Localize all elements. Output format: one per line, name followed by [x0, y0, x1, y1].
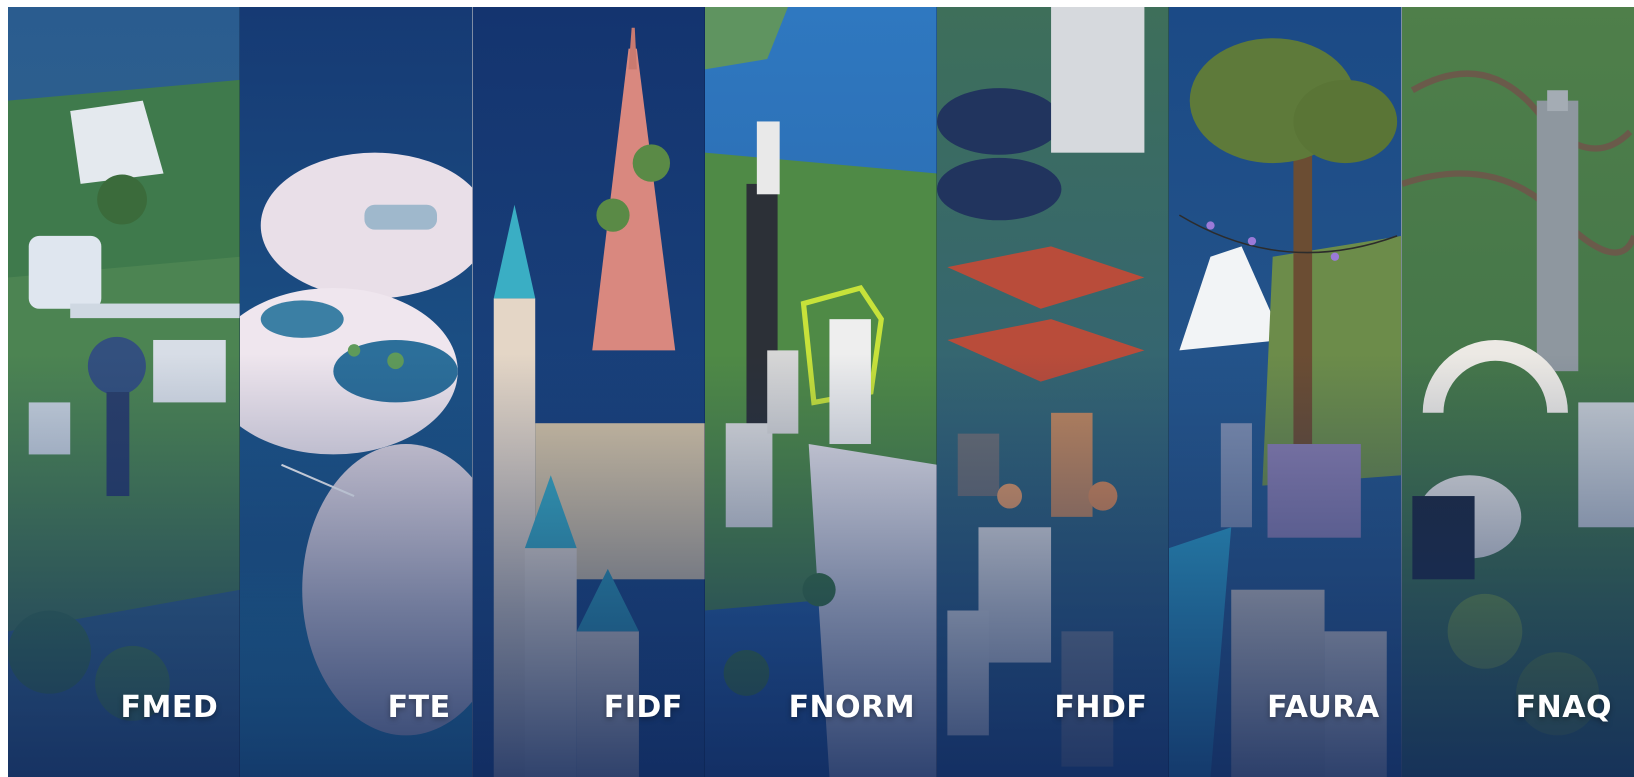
panel-fmed[interactable]: FMED	[8, 7, 241, 777]
panel-fidf-label: FIDF	[603, 690, 683, 725]
panel-fidf[interactable]: FIDF	[472, 7, 705, 777]
region-panel-strip: FMED FTE FIDF FNORM FHDF FAURA FNAQ	[8, 7, 1634, 777]
panel-fmed-label: FMED	[120, 690, 219, 725]
panel-faura[interactable]: FAURA	[1169, 7, 1402, 777]
panel-fhdf-label: FHDF	[1054, 690, 1148, 725]
panel-fte-illustration	[240, 7, 473, 777]
panel-fnaq-label: FNAQ	[1515, 690, 1612, 725]
panel-fidf-illustration	[472, 7, 705, 777]
panel-fnaq-illustration	[1401, 7, 1634, 777]
panel-fnaq[interactable]: FNAQ	[1401, 7, 1634, 777]
panel-fte[interactable]: FTE	[240, 7, 473, 777]
panel-fhdf[interactable]: FHDF	[937, 7, 1170, 777]
panel-fnorm-label: FNORM	[788, 690, 916, 725]
panel-fmed-illustration	[8, 7, 241, 777]
panel-faura-illustration	[1169, 7, 1402, 777]
panel-fnorm[interactable]: FNORM	[704, 7, 938, 777]
panel-fhdf-illustration	[937, 7, 1170, 777]
panel-faura-label: FAURA	[1267, 690, 1380, 725]
panel-fnorm-illustration	[704, 7, 938, 777]
panel-fte-label: FTE	[387, 690, 451, 725]
